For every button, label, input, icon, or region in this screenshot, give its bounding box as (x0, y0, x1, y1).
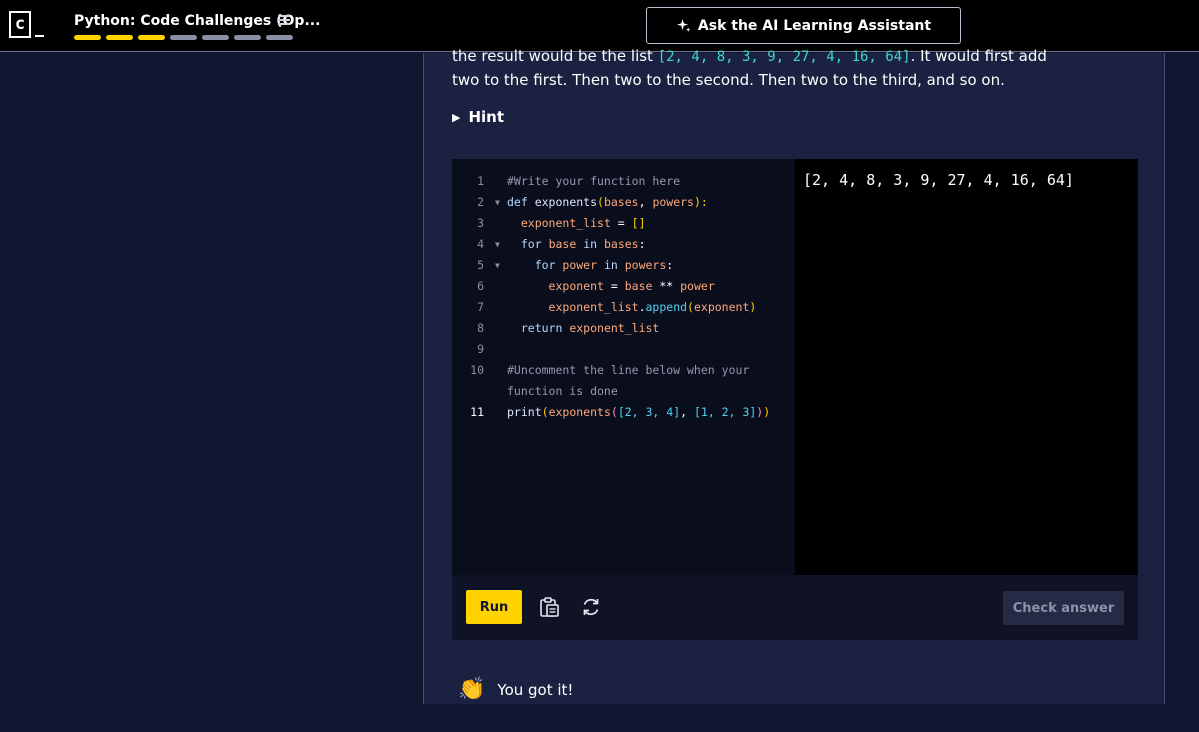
progress-segment-4[interactable] (170, 35, 197, 40)
code-workspace: 1 #Write your function here 2 ▼ def exponent… (452, 159, 1138, 640)
code-text: exponent_list = [] (520, 216, 646, 230)
expand-triangle-icon: ▶ (452, 110, 461, 124)
code-text: for base in bases: (520, 237, 646, 251)
code-text: exponent_list.append(exponent) (548, 300, 757, 314)
line-number: 5 (477, 258, 484, 272)
line-number: 1 (477, 174, 484, 188)
code-text: #Write your function here (507, 174, 681, 188)
logo-underscore (35, 35, 44, 37)
logo-letter: c (14, 14, 26, 34)
line-number: 2 (477, 195, 484, 209)
line-number: 6 (477, 279, 484, 293)
ai-assistant-button[interactable]: Ask the AI Learning Assistant (646, 7, 961, 44)
clapping-hands-icon: 👏 (458, 677, 486, 702)
line-number: 11 (470, 405, 484, 419)
success-feedback: 👏 You got it! (458, 677, 573, 703)
progress-indicator (74, 35, 293, 40)
output-terminal: [2, 4, 8, 3, 9, 27, 4, 16, 64] (795, 159, 1138, 575)
inline-code-result: [2, 4, 8, 3, 9, 27, 4, 16, 64] (657, 49, 911, 65)
ai-assistant-label: Ask the AI Learning Assistant (697, 17, 932, 34)
lesson-content: the result would be the list [2, 4, 8, 3… (423, 47, 1165, 704)
line-number: 4 (477, 237, 484, 251)
code-text: print(exponents([2, 3, 4], [1, 2, 3])) (507, 405, 771, 419)
line-number: 3 (477, 216, 484, 230)
code-text: #Uncomment the line below when your (507, 363, 750, 377)
output-text: [2, 4, 8, 3, 9, 27, 4, 16, 64] (803, 171, 1074, 189)
fold-arrow-icon[interactable]: ▼ (495, 234, 500, 255)
fold-arrow-icon[interactable]: ▼ (495, 255, 500, 276)
instruction-suffix: . It would first add (910, 47, 1047, 65)
instruction-line-2: two to the first. Then two to the second… (452, 71, 1005, 89)
instruction-prefix: the result would be the list (452, 47, 658, 65)
hint-label: Hint (468, 108, 505, 126)
sparkle-icon (676, 18, 691, 33)
instruction-line-1: the result would be the list [2, 4, 8, 3… (452, 45, 1052, 69)
success-message: You got it! (497, 681, 574, 699)
hamburger-menu-icon[interactable] (278, 15, 290, 25)
code-text: def exponents(bases, powers): (507, 195, 708, 209)
code-text: function is done (507, 384, 618, 398)
clipboard-icon[interactable] (538, 596, 560, 618)
progress-segment-1[interactable] (74, 35, 101, 40)
progress-segment-3[interactable] (138, 35, 165, 40)
line-number: 9 (477, 342, 484, 356)
reset-icon[interactable] (580, 596, 602, 618)
run-button[interactable]: Run (466, 590, 522, 624)
fold-arrow-icon[interactable]: ▼ (495, 192, 500, 213)
progress-segment-7[interactable] (266, 35, 293, 40)
progress-segment-6[interactable] (234, 35, 261, 40)
check-answer-button[interactable]: Check answer (1003, 591, 1124, 625)
code-text: return exponent_list (520, 321, 660, 335)
code-editor[interactable]: 1 #Write your function here 2 ▼ def exponent… (452, 159, 795, 575)
line-number: 8 (477, 321, 484, 335)
code-text: for power in powers: (534, 258, 674, 272)
line-number: 7 (477, 300, 484, 314)
codecademy-logo[interactable]: c (9, 11, 31, 38)
hint-toggle[interactable]: ▶ Hint (452, 108, 504, 126)
progress-segment-2[interactable] (106, 35, 133, 40)
progress-segment-5[interactable] (202, 35, 229, 40)
code-text: exponent = base ** power (548, 279, 715, 293)
line-number: 10 (470, 363, 484, 377)
